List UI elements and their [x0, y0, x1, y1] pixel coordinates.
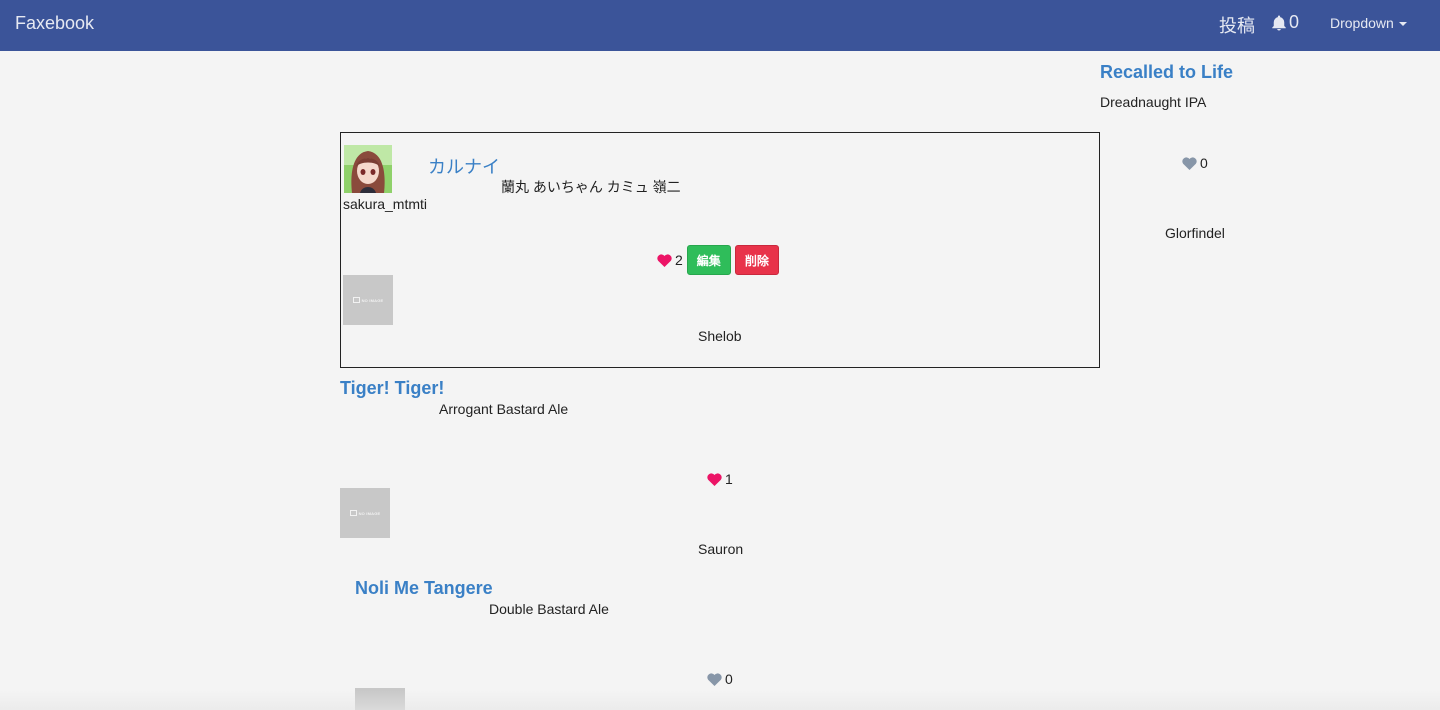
image-icon: [352, 297, 360, 303]
navbar: Faxebook 投稿 0 Dropdown: [0, 0, 1440, 51]
like-count: 0: [1200, 155, 1208, 171]
post-title[interactable]: Noli Me Tangere: [355, 578, 493, 599]
caret-down-icon: [1398, 22, 1407, 26]
post-title[interactable]: Tiger! Tiger!: [340, 378, 444, 399]
heart-icon: [707, 672, 722, 686]
page-bottom-shadow: [0, 690, 1440, 710]
post-subtitle: Arrogant Bastard Ale: [439, 401, 569, 417]
no-image-text: NO IMAGE: [358, 510, 381, 516]
featured-post-body: 蘭丸 あいちゃん カミュ 嶺二: [501, 179, 681, 195]
post-image-placeholder: NO IMAGE: [340, 488, 390, 538]
post-author: Sauron: [698, 541, 744, 557]
notification-count: 0: [1289, 12, 1300, 32]
brand-logo[interactable]: Faxebook: [15, 13, 94, 34]
heart-icon: [1182, 156, 1197, 170]
post-subtitle: Double Bastard Ale: [489, 601, 609, 617]
dropdown-label: Dropdown: [1330, 15, 1394, 31]
sidebar-post-title[interactable]: Recalled to Life: [1100, 62, 1233, 83]
dropdown-toggle[interactable]: Dropdown: [1330, 15, 1407, 31]
featured-post-actions: 2 編集 削除: [657, 245, 779, 275]
heart-icon: [707, 472, 722, 486]
post-image-placeholder: NO IMAGE: [343, 275, 393, 325]
featured-post-author: Shelob: [698, 328, 742, 344]
featured-post-card: カルナイ 蘭丸 あいちゃん カミュ 嶺二 sakura_mtmti 2 編集 削…: [340, 132, 1100, 368]
like-count: 0: [725, 671, 733, 687]
post-like[interactable]: 1: [707, 471, 733, 487]
post-nav-link[interactable]: 投稿: [1219, 12, 1255, 38]
avatar[interactable]: [344, 145, 392, 193]
bell-icon: [1272, 15, 1286, 30]
post-like[interactable]: 0: [707, 671, 733, 687]
notifications-button[interactable]: 0: [1270, 12, 1299, 33]
username[interactable]: sakura_mtmti: [343, 196, 427, 212]
edit-button[interactable]: 編集: [686, 245, 731, 275]
featured-post-title[interactable]: カルナイ: [428, 153, 500, 179]
delete-button[interactable]: 削除: [734, 245, 779, 275]
like-count: 1: [725, 471, 733, 487]
no-image-text: NO IMAGE: [361, 297, 384, 303]
sidebar-post-subtitle: Dreadnaught IPA: [1100, 94, 1207, 110]
user-avatar-image: [344, 145, 392, 193]
sidebar-post-author: Glorfindel: [1165, 225, 1225, 241]
sidebar-post-like[interactable]: 0: [1182, 155, 1208, 171]
featured-post-like[interactable]: 2: [657, 252, 683, 268]
heart-icon: [657, 253, 672, 267]
like-count: 2: [675, 252, 683, 268]
image-icon: [349, 510, 357, 516]
